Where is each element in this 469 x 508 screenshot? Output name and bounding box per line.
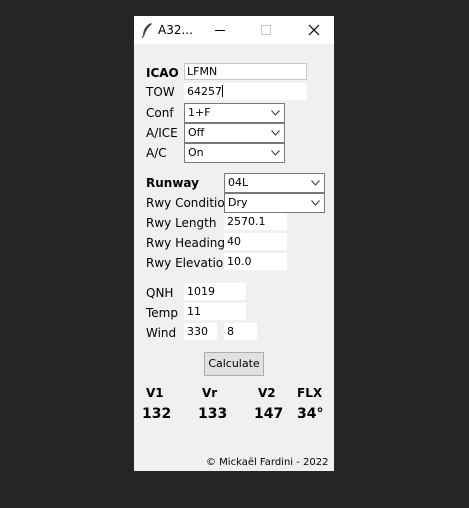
rwy-elevation-input[interactable]: 10.0 xyxy=(224,253,287,270)
rwy-condition-select[interactable]: Dry xyxy=(224,193,325,213)
ac-select[interactable]: On xyxy=(184,143,285,163)
tow-input[interactable]: 64257 xyxy=(184,83,307,100)
temp-input[interactable]: 11 xyxy=(184,303,246,320)
runway-value: 04L xyxy=(228,176,249,189)
ac-value: On xyxy=(188,146,204,159)
anti-ice-select[interactable]: Off xyxy=(184,123,285,143)
rwy-condition-value: Dry xyxy=(228,196,248,209)
minimize-icon xyxy=(215,30,225,31)
ac-label: A/C xyxy=(146,146,167,160)
v1-value: 132 xyxy=(142,406,172,422)
text-caret xyxy=(222,85,223,97)
chevron-down-icon xyxy=(311,180,320,186)
runway-label: Runway xyxy=(146,176,199,190)
rwy-elevation-label: Rwy Elevation xyxy=(146,256,231,270)
tow-label: TOW xyxy=(146,85,175,99)
maximize-icon xyxy=(261,25,271,35)
flx-header: FLX xyxy=(297,386,323,400)
conf-label: Conf xyxy=(146,106,174,120)
rwy-length-label: Rwy Length xyxy=(146,216,217,230)
calculate-button[interactable]: Calculate xyxy=(204,352,264,376)
chevron-down-icon xyxy=(271,110,280,116)
v2-value: 147 xyxy=(254,406,284,422)
rwy-heading-label: Rwy Heading xyxy=(146,236,226,250)
close-button[interactable] xyxy=(294,16,334,44)
conf-value: 1+F xyxy=(188,106,211,119)
feather-app-icon xyxy=(141,23,152,38)
anti-ice-value: Off xyxy=(188,126,205,139)
app-window: A32... ICAO LFMN TOW 64257 Conf 1+F A/IC… xyxy=(134,16,334,471)
chevron-down-icon xyxy=(311,200,320,206)
chevron-down-icon xyxy=(271,130,280,136)
tow-value: 64257 xyxy=(187,85,222,98)
wind-speed-input[interactable]: 8 xyxy=(224,323,257,340)
wind-direction-input[interactable]: 330 xyxy=(184,323,217,340)
chevron-down-icon xyxy=(271,150,280,156)
copyright-text: © Mickaël Fardini - 2022 xyxy=(206,457,329,468)
wind-label: Wind xyxy=(146,326,177,340)
v2-header: V2 xyxy=(258,386,276,400)
minimize-button[interactable] xyxy=(200,16,240,44)
v1-header: V1 xyxy=(146,386,164,400)
maximize-button[interactable] xyxy=(246,16,286,44)
anti-ice-label: A/ICE xyxy=(146,126,178,140)
rwy-length-input[interactable]: 2570.1 xyxy=(224,213,287,230)
runway-select[interactable]: 04L xyxy=(224,173,325,193)
flx-value: 34° xyxy=(297,406,324,422)
rwy-heading-input[interactable]: 40 xyxy=(224,233,287,250)
close-icon xyxy=(308,24,320,36)
rwy-condition-label: Rwy Condition xyxy=(146,196,233,210)
temp-label: Temp xyxy=(146,306,178,320)
vr-header: Vr xyxy=(202,386,218,400)
qnh-label: QNH xyxy=(146,286,174,300)
icao-input[interactable]: LFMN xyxy=(184,63,307,80)
icao-label: ICAO xyxy=(146,66,179,80)
title-bar[interactable]: A32... xyxy=(134,16,334,44)
qnh-input[interactable]: 1019 xyxy=(184,283,246,300)
window-title: A32... xyxy=(158,23,193,37)
vr-value: 133 xyxy=(198,406,228,422)
conf-select[interactable]: 1+F xyxy=(184,103,285,123)
